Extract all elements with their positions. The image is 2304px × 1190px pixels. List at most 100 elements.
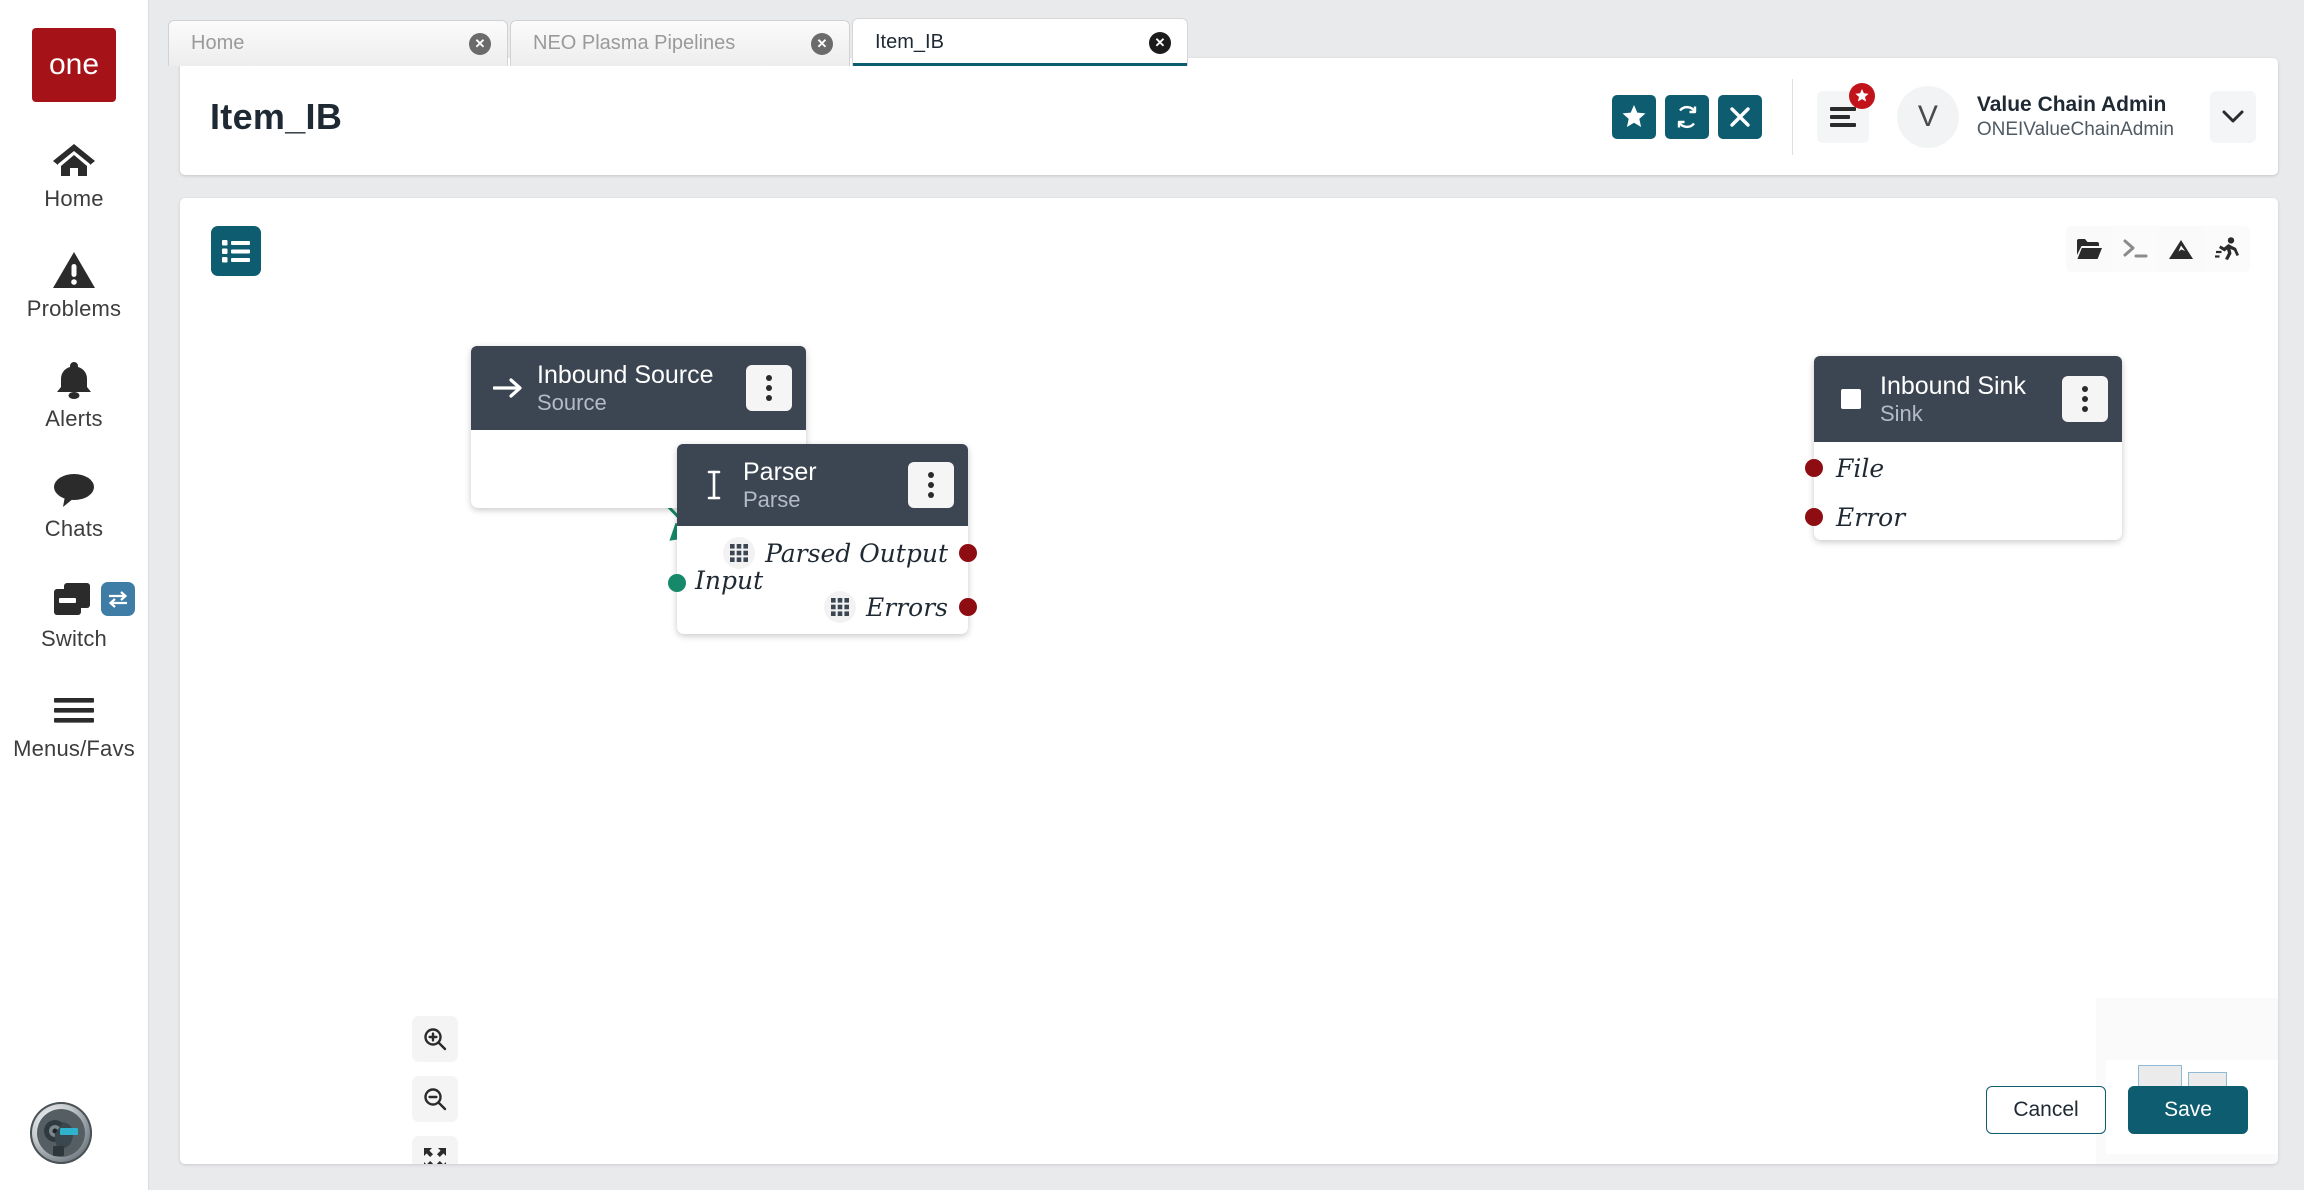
warning-triangle-icon — [52, 248, 96, 292]
chat-bubble-icon — [52, 468, 96, 512]
windows-stack-icon — [52, 578, 96, 622]
port-row-file[interactable]: File — [1805, 442, 2122, 494]
one-brand-logo[interactable]: one — [32, 28, 116, 102]
node-title-group: Inbound Sink Sink — [1874, 371, 2062, 427]
list-bullets-icon[interactable] — [211, 226, 261, 276]
pipeline-canvas[interactable]: Inbound Source Source Output Parser — [180, 198, 2278, 1164]
kebab-menu-icon[interactable] — [908, 462, 954, 508]
refresh-button[interactable] — [1664, 94, 1709, 139]
page-title: Item_IB — [210, 95, 343, 137]
tab-label: Item_IB — [875, 31, 944, 53]
node-parser[interactable]: Parser Parse Parsed Output Errors Input — [668, 444, 977, 634]
node-header[interactable]: Inbound Source Source — [471, 346, 806, 430]
terminal-icon[interactable] — [2112, 226, 2158, 272]
sidebar-item-problems[interactable]: Problems — [0, 248, 149, 322]
page-header: Item_IB V Value Chain Admin ONEIValueCha… — [180, 58, 2278, 175]
kebab-menu-icon[interactable] — [746, 365, 792, 411]
node-title-group: Inbound Source Source — [531, 360, 746, 416]
chevron-down-icon[interactable] — [2210, 90, 2256, 143]
home-icon — [52, 138, 96, 182]
input-port-dot[interactable] — [1805, 508, 1823, 526]
favorite-button[interactable] — [1611, 94, 1656, 139]
grid-icon — [723, 537, 756, 569]
sidebar-item-menus-favs[interactable]: Menus/Favs — [0, 688, 149, 762]
kebab-menu-icon[interactable] — [2062, 376, 2108, 422]
fit-to-screen-button[interactable] — [412, 1136, 458, 1164]
avatar[interactable]: V — [1896, 85, 1959, 148]
port-row-error[interactable]: Error — [1805, 494, 2122, 540]
node-subtitle: Sink — [1880, 400, 1923, 426]
node-header[interactable]: Parser Parse — [677, 444, 968, 526]
browser-tab-bar: Home ✕ NEO Plasma Pipelines ✕ Item_IB ✕ — [168, 18, 1188, 66]
output-port-dot[interactable] — [959, 598, 977, 616]
sidebar-item-label: Problems — [26, 296, 122, 321]
sidebar-item-alerts[interactable]: Alerts — [0, 358, 149, 432]
square-icon — [1828, 386, 1874, 412]
canvas-zoom-controls — [412, 1016, 458, 1164]
star-badge-icon — [1848, 82, 1875, 109]
tab-item-ib[interactable]: Item_IB ✕ — [852, 18, 1188, 66]
canvas-toolbar — [2066, 226, 2250, 272]
port-label: Parsed Output — [765, 538, 948, 568]
node-subtitle: Source — [537, 389, 607, 415]
running-person-icon[interactable] — [2204, 226, 2250, 272]
bell-icon — [53, 358, 95, 402]
text-cursor-icon — [691, 470, 737, 500]
sidebar-item-chats[interactable]: Chats — [0, 468, 149, 542]
node-title: Inbound Sink — [1880, 371, 2026, 400]
header-divider — [1791, 78, 1793, 155]
connection-layer — [657, 495, 727, 567]
minimap-node — [2138, 1065, 2182, 1087]
input-port-dot[interactable] — [668, 574, 686, 592]
menu-lines-icon[interactable] — [1816, 82, 1875, 143]
folder-open-icon[interactable] — [2066, 226, 2112, 272]
sidebar-item-label: Switch — [41, 626, 107, 651]
sidebar-item-label: Menus/Favs — [13, 736, 135, 761]
close-circle-icon[interactable]: ✕ — [811, 32, 833, 55]
user-info[interactable]: Value Chain Admin ONEIValueChainAdmin — [1977, 92, 2174, 142]
header-action-buttons — [1611, 94, 1762, 139]
sidebar-item-label: Chats — [44, 516, 104, 541]
port-row-input[interactable]: Input — [695, 566, 763, 595]
tab-neo-plasma-pipelines[interactable]: NEO Plasma Pipelines ✕ — [510, 20, 850, 66]
zoom-in-button[interactable] — [412, 1016, 458, 1062]
mountain-image-icon[interactable] — [2158, 226, 2204, 272]
hamburger-icon — [52, 688, 96, 732]
user-name: Value Chain Admin — [1976, 92, 2167, 116]
zoom-out-button[interactable] — [412, 1076, 458, 1122]
sidebar-item-switch[interactable]: Switch — [0, 578, 149, 652]
close-button[interactable] — [1717, 94, 1762, 139]
input-port-dot[interactable] — [1805, 459, 1823, 477]
robot-assistant-avatar[interactable] — [30, 1102, 92, 1164]
node-title: Inbound Source — [537, 360, 714, 389]
node-body: Parsed Output Errors Input — [668, 526, 977, 634]
swap-arrows-icon[interactable] — [100, 582, 135, 616]
avatar-initial: V — [1917, 99, 1938, 133]
node-subtitle: Parse — [743, 486, 801, 512]
header-right-group: V Value Chain Admin ONEIValueChainAdmin — [1611, 58, 2278, 175]
left-sidebar: one Home Problems Alerts Chats Switch Me… — [0, 0, 149, 1190]
port-label: Errors — [866, 592, 948, 622]
node-title: Parser — [743, 457, 817, 486]
arrow-right-icon — [485, 376, 531, 400]
tab-home[interactable]: Home ✕ — [168, 20, 508, 66]
grid-icon — [824, 591, 857, 623]
save-button[interactable]: Save — [2128, 1086, 2248, 1134]
port-label: File — [1836, 453, 1885, 483]
sidebar-item-label: Home — [44, 186, 104, 211]
form-actions: Cancel Save — [1986, 1086, 2248, 1134]
tab-label: NEO Plasma Pipelines — [533, 32, 736, 54]
node-header[interactable]: Inbound Sink Sink — [1814, 356, 2122, 442]
tab-label: Home — [191, 32, 245, 54]
cancel-button[interactable]: Cancel — [1986, 1086, 2106, 1134]
sidebar-item-home[interactable]: Home — [0, 138, 149, 212]
close-circle-icon[interactable]: ✕ — [469, 32, 491, 55]
svg-text:one: one — [49, 48, 99, 81]
canvas-minimap[interactable] — [2096, 998, 2278, 1164]
close-circle-icon[interactable]: ✕ — [1149, 31, 1171, 54]
output-port-dot[interactable] — [959, 544, 977, 562]
sidebar-item-label: Alerts — [45, 406, 103, 431]
node-inbound-sink[interactable]: Inbound Sink Sink File Error — [1805, 356, 2122, 540]
node-body: File Error — [1805, 442, 2122, 540]
port-label: Input — [695, 566, 764, 595]
